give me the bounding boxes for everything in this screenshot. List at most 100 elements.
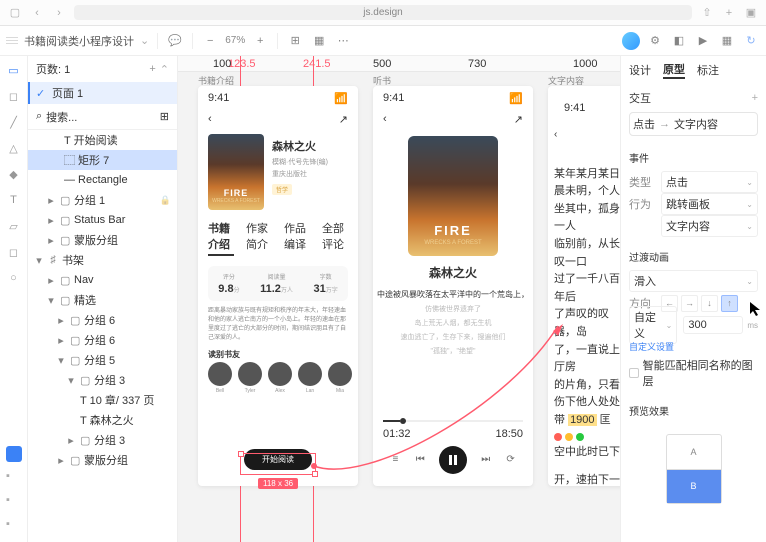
plus-icon[interactable]: + [722, 6, 736, 20]
custom-settings-link[interactable]: 自定义设置 [629, 336, 758, 357]
history-tab-icon[interactable]: ▪ [6, 518, 22, 534]
layer-row[interactable]: ▸▢蒙版分组 [28, 230, 177, 250]
artboard-audio[interactable]: 9:41📶 ‹↗ FIREWRECKS A FOREST 森林之火 中途被风暴吹… [373, 86, 533, 486]
layer-row[interactable]: ▸▢分组 6 [28, 310, 177, 330]
menu-icon[interactable] [6, 37, 18, 44]
animation-type-field[interactable]: 滑入⌄ [629, 270, 758, 292]
playlist-icon[interactable]: ≡ [389, 454, 401, 466]
chevron-down-icon[interactable]: ⌄ [140, 34, 149, 47]
share-icon[interactable]: ⇧ [700, 6, 714, 20]
layers-tab-icon[interactable] [6, 446, 22, 462]
layer-row[interactable]: ▸▢分组 6 [28, 330, 177, 350]
speed-icon[interactable]: ⟳ [505, 454, 517, 466]
assets-tab-icon[interactable]: ▪ [6, 470, 22, 486]
lib-tab-icon[interactable]: ▪ [6, 494, 22, 510]
tab-inspect[interactable]: 标注 [697, 62, 719, 78]
trigger-type-field[interactable]: 类型点击⌄ [629, 171, 758, 193]
easing-field[interactable]: 自定义⌄ 300ms [629, 314, 758, 336]
zoom-in-icon[interactable]: + [251, 32, 269, 50]
start-reading-button[interactable]: 开始阅读 [244, 449, 312, 470]
duration-input[interactable]: 300 [683, 316, 743, 334]
pen-tool[interactable]: △ [6, 140, 22, 156]
comment-icon[interactable]: 💬 [166, 32, 184, 50]
dir-down[interactable]: ↓ [701, 295, 718, 312]
layer-row[interactable]: T 10 章/ 337 页 [28, 390, 177, 410]
component-tool[interactable]: ◻ [6, 244, 22, 260]
layer-search[interactable]: ⌕ 搜索... ⊞ [28, 104, 177, 130]
filter-icon[interactable]: ⊞ [160, 110, 169, 123]
share-icon[interactable]: ↗ [514, 113, 523, 126]
layer-row[interactable]: ▸▢Status Bar [28, 210, 177, 230]
artboard-text[interactable]: 9:41 ‹ ⟐ 某年某月某日晨未明，个人坐其中，孤身一人临别前，从长叹一口过了… [548, 86, 620, 486]
document-title[interactable]: 书籍阅读类小程序设计 [24, 33, 134, 49]
comment-tool[interactable]: ○ [6, 270, 22, 286]
sidebar-icon[interactable]: ▢ [8, 6, 22, 20]
target-field[interactable]: 文字内容⌄ [629, 215, 758, 237]
layer-row[interactable]: ▸▢Nav [28, 270, 177, 290]
add-interaction-icon[interactable]: + [752, 92, 758, 104]
dir-right[interactable]: → [681, 295, 698, 312]
next-icon[interactable]: ⏭ [480, 454, 492, 466]
collapse-icon[interactable]: ⌃ [160, 63, 169, 76]
back-icon[interactable]: ‹ [554, 127, 620, 143]
layer-row[interactable]: ▾▢分组 5 [28, 350, 177, 370]
layer-tree: T 开始阅读 ⬚ 矩形 7 — Rectangle ▸▢分组 1🔒 ▸▢Stat… [28, 130, 177, 542]
action-field[interactable]: 行为跳转画板⌄ [629, 193, 758, 215]
inspector-panel: 设计 原型 标注 交互+ 点击→文字内容 事件 类型点击⌄ 行为跳转画板⌄ 文字… [620, 56, 766, 542]
zoom-level[interactable]: 67% [225, 35, 245, 46]
share-icon[interactable]: ↗ [339, 113, 348, 126]
tab-design[interactable]: 设计 [629, 62, 651, 78]
artboard-book-intro[interactable]: 9:41📶 ‹↗ FIREWRECKS A FOREST 森林之火 模糊·代号先… [198, 86, 358, 486]
align-icon[interactable]: ⊞ [286, 32, 304, 50]
text-tool[interactable]: T [6, 192, 22, 208]
animation-section: 过渡动画 [629, 243, 758, 270]
layer-row[interactable]: ▸▢分组 3 [28, 430, 177, 450]
inspector-tabs[interactable]: 设计 原型 标注 [629, 56, 758, 84]
layer-row[interactable]: ▾♯书架 [28, 250, 177, 270]
image-tool[interactable]: ▱ [6, 218, 22, 234]
prev-icon[interactable]: ⏮ [414, 454, 426, 466]
grid-icon[interactable]: ▦ [718, 32, 736, 50]
play-icon[interactable]: ▶ [694, 32, 712, 50]
canvas[interactable]: 123.5 241.5 100 500 730 1000 书籍介绍 听书 文字内… [178, 56, 620, 542]
dir-up[interactable]: ↑ [721, 295, 738, 312]
tab-prototype[interactable]: 原型 [663, 61, 685, 79]
layer-row[interactable]: ▾▢精选 [28, 290, 177, 310]
users-icon[interactable]: ◧ [670, 32, 688, 50]
tabs-icon[interactable]: ▣ [744, 6, 758, 20]
fwd-icon[interactable]: › [52, 6, 66, 20]
audio-player[interactable]: 01:3218:50 ≡ ⏮ ⏭ ⟳ [373, 420, 533, 474]
back-icon[interactable]: ‹ [30, 6, 44, 20]
smart-animate-checkbox[interactable]: 智能匹配相同名称的图层 [629, 357, 758, 389]
settings-icon[interactable]: ⚙ [646, 32, 664, 50]
frame-tool[interactable]: ◻ [6, 88, 22, 104]
back-icon[interactable]: ‹ [208, 113, 212, 126]
layer-row-selected[interactable]: ⬚ 矩形 7 [28, 150, 177, 170]
user-avatar[interactable] [622, 32, 640, 50]
back-icon[interactable]: ‹ [383, 113, 387, 126]
interaction-section: 交互+ [629, 84, 758, 112]
more-icon[interactable]: ⋯ [334, 32, 352, 50]
preview-section: 预览效果 [629, 397, 758, 424]
pages-label: 页数: 1 [36, 61, 70, 77]
layer-row[interactable]: — Rectangle [28, 170, 177, 190]
content-tabs[interactable]: 书籍介绍作家简介作品编译全部评论 [198, 216, 358, 260]
signal-icon: 📶 [509, 92, 523, 105]
add-page-icon[interactable]: + [149, 63, 155, 75]
interaction-item[interactable]: 点击→文字内容 [629, 112, 758, 136]
layer-row[interactable]: T 森林之火 [28, 410, 177, 430]
url-bar[interactable]: js.design [74, 5, 692, 20]
layer-row[interactable]: ▾▢分组 3 [28, 370, 177, 390]
layer-row[interactable]: ▸▢分组 1🔒 [28, 190, 177, 210]
zoom-out-icon[interactable]: − [201, 32, 219, 50]
refresh-icon[interactable]: ↻ [742, 32, 760, 50]
line-tool[interactable]: ╱ [6, 114, 22, 130]
pause-button[interactable] [439, 446, 467, 474]
layer-row[interactable]: T 开始阅读 [28, 130, 177, 150]
move-tool[interactable]: ▭ [6, 62, 22, 78]
vector-tool[interactable]: ◆ [6, 166, 22, 182]
layer-row[interactable]: ▸▢蒙版分组 [28, 450, 177, 470]
page-item[interactable]: ✓ 页面 1 [28, 82, 177, 104]
ruler: 123.5 241.5 100 500 730 1000 [178, 56, 620, 72]
stack-icon[interactable]: ▦ [310, 32, 328, 50]
